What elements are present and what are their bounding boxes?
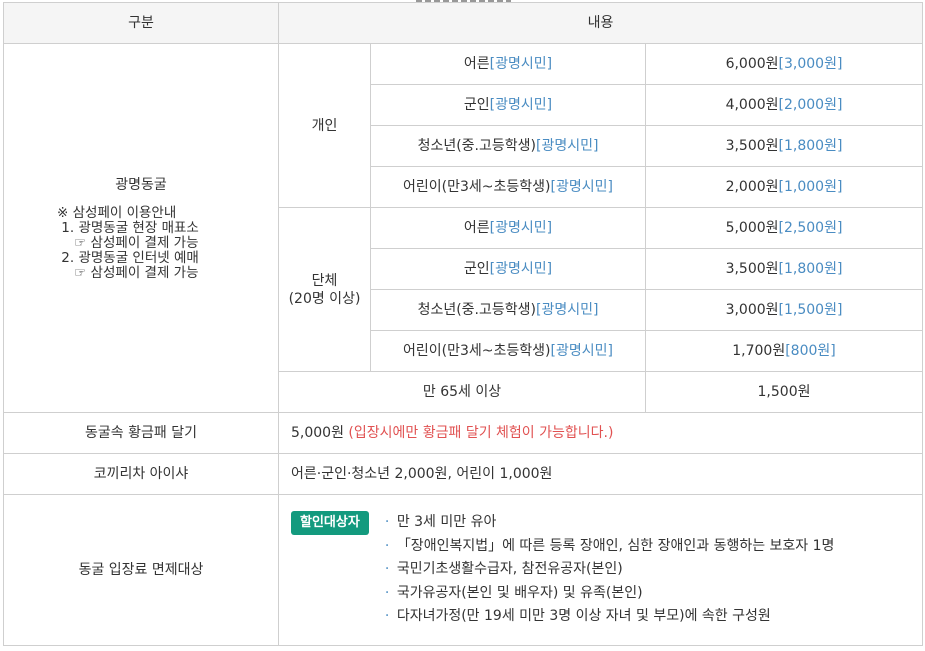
fee-price: 5,000원[2,500원] [645, 207, 923, 249]
exempt-label: 동굴 입장료 면제대상 [3, 494, 279, 646]
senior-label: 만 65세 이상 [278, 371, 646, 413]
table-row: 동굴 입장료 면제대상 할인대상자 · 만 3세 미만 유아 · 「장애인복지법」에… [3, 494, 923, 646]
fee-category: 청소년(중.고등학생)[광명시민] [370, 289, 646, 331]
samsung-pay-note: ※ 삼성페이 이용안내 1. 광명동굴 현장 매표소 ☞ 삼성페이 결제 가능 … [57, 204, 199, 281]
fee-category: 청소년(중.고등학생)[광명시민] [370, 125, 646, 167]
fee-price: 3,000원[1,500원] [645, 289, 923, 331]
train-label: 코끼리차 아이샤 [3, 453, 279, 495]
fee-page: 구분 내용 광명동굴 ※ 삼성페이 이용안내 1. 광명동굴 현장 매표소 ☞ … [0, 0, 925, 651]
fee-category: 어린이(만3세~초등학생)[광명시민] [370, 330, 646, 372]
header-content: 내용 [278, 2, 923, 44]
fee-category: 군인[광명시민] [370, 84, 646, 126]
list-item: · 다자녀가정(만 19세 미만 3명 이상 자녀 및 부모)에 속한 구성원 [384, 608, 771, 625]
list-item: · 국가유공자(본인 및 배우자) 및 유족(본인) [384, 584, 643, 601]
list-item: · 「장애인복지법」에 따른 등록 장애인, 심한 장애인과 동행하는 보호자 1… [384, 537, 835, 554]
gold-content: 5,000원 (입장시에만 황금패 달기 체험이 가능합니다.) [278, 412, 923, 454]
table-header-row: 구분 내용 [3, 2, 923, 44]
fee-price: 6,000원[3,000원] [645, 43, 923, 85]
fee-price: 4,000원[2,000원] [645, 84, 923, 126]
fee-table: 구분 내용 광명동굴 ※ 삼성페이 이용안내 1. 광명동굴 현장 매표소 ☞ … [3, 2, 923, 646]
gold-label: 동굴속 황금패 달기 [3, 412, 279, 454]
table-row: 동굴속 황금패 달기 5,000원 (입장시에만 황금패 달기 체험이 가능합니… [3, 412, 923, 454]
train-content: 어른·군인·청소년 2,000원, 어린이 1,000원 [278, 453, 923, 495]
fee-price: 3,500원[1,800원] [645, 125, 923, 167]
fee-price: 1,700원[800원] [645, 330, 923, 372]
fee-price: 3,500원[1,800원] [645, 248, 923, 290]
individual-label: 개인 [278, 43, 371, 208]
fee-category: 군인[광명시민] [370, 248, 646, 290]
senior-price: 1,500원 [645, 371, 923, 413]
fee-category: 어른[광명시민] [370, 207, 646, 249]
cave-cell: 광명동굴 ※ 삼성페이 이용안내 1. 광명동굴 현장 매표소 ☞ 삼성페이 결… [3, 43, 279, 413]
group-label: 단체 (20명 이상) [278, 207, 371, 372]
fee-price: 2,000원[1,000원] [645, 166, 923, 208]
exempt-list: · 만 3세 미만 유아 · 「장애인복지법」에 따른 등록 장애인, 심한 장애인… [385, 511, 835, 629]
fee-category: 어른[광명시민] [370, 43, 646, 85]
exempt-content: 할인대상자 · 만 3세 미만 유아 · 「장애인복지법」에 따른 등록 장애인, … [278, 494, 923, 646]
list-item: · 국민기초생활수급자, 참전유공자(본인) [384, 561, 623, 578]
fee-category: 어린이(만3세~초등학생)[광명시민] [370, 166, 646, 208]
header-category: 구분 [3, 2, 279, 44]
list-item: · 만 3세 미만 유아 [384, 514, 497, 531]
cave-title: 광명동굴 [115, 176, 167, 193]
table-row: 코끼리차 아이샤 어른·군인·청소년 2,000원, 어린이 1,000원 [3, 453, 923, 495]
table-row: 광명동굴 ※ 삼성페이 이용안내 1. 광명동굴 현장 매표소 ☞ 삼성페이 결… [3, 43, 923, 413]
discount-target-badge: 할인대상자 [291, 511, 369, 536]
